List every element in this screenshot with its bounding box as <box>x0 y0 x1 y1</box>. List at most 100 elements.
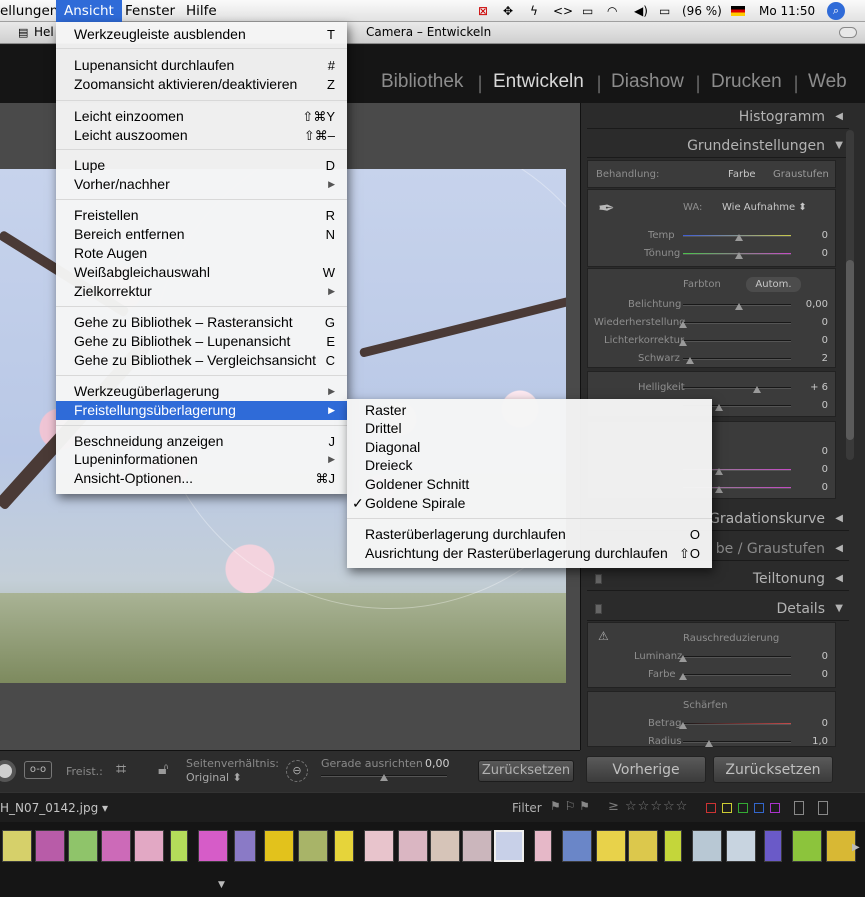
toolbar-toggle-button[interactable] <box>839 27 857 38</box>
temp-thumb[interactable] <box>735 234 743 241</box>
color-filter-green[interactable] <box>738 803 748 813</box>
temp-value[interactable]: 0 <box>798 230 828 241</box>
belichtung-value[interactable]: 0,00 <box>798 299 828 310</box>
status-icon-bolt[interactable]: ϟ <box>530 0 538 22</box>
rating-filter[interactable]: ≥ ☆☆☆☆☆ <box>608 799 688 814</box>
scrollbar-thumb[interactable] <box>846 260 854 440</box>
menu-item-vorher-nachher[interactable]: Vorher/nachher ▶ <box>56 175 347 194</box>
filmstrip-thumb[interactable] <box>68 830 98 862</box>
filmstrip-thumb[interactable] <box>692 830 722 862</box>
battery-icon[interactable]: ▭ <box>659 0 670 22</box>
filmstrip-thumb-selected[interactable] <box>494 830 524 862</box>
panel-histogramm[interactable]: Histogramm ◀ <box>587 105 849 129</box>
menu-item-lupeninformationen[interactable]: Lupeninformationen ▶ <box>56 450 347 469</box>
filmstrip-thumb[interactable] <box>234 830 256 862</box>
luminanz-value[interactable]: 0 <box>798 651 828 662</box>
status-icon-block[interactable]: ⊠ <box>478 0 488 22</box>
filmstrip-thumb[interactable] <box>664 830 682 862</box>
menu-item-einzoomen[interactable]: Leicht einzoomen ⇧⌘Y <box>56 107 347 126</box>
lock-icon[interactable]: 🔓︎ <box>158 759 168 779</box>
submenu-item-goldene-spirale[interactable]: ✓ Goldene Spirale <box>347 494 712 513</box>
behandlung-farbe[interactable]: Farbe <box>728 169 756 180</box>
belichtung-thumb[interactable] <box>735 303 743 310</box>
toenung-value[interactable]: 0 <box>798 248 828 259</box>
lichterkorrektur-thumb[interactable] <box>679 339 687 346</box>
toenung-thumb[interactable] <box>735 252 743 259</box>
menu-item-gehe-vergleichsansicht[interactable]: Gehe zu Bibliothek – Vergleichsansicht C <box>56 351 347 370</box>
submenu-item-goldener-schnitt[interactable]: Goldener Schnitt <box>347 475 712 494</box>
submenu-item-diagonal[interactable]: Diagonal <box>347 438 712 457</box>
helligkeit-track[interactable] <box>683 387 791 389</box>
volume-icon[interactable]: ◀) <box>634 0 648 22</box>
gerade-value[interactable]: 0,00 <box>425 757 450 770</box>
autom-button[interactable]: Autom. <box>746 277 801 292</box>
menu-item-gehe-lupenansicht[interactable]: Gehe zu Bibliothek – Lupenansicht E <box>56 332 347 351</box>
spot-tool-icon[interactable]: o-o <box>24 761 52 779</box>
filmstrip-thumb[interactable] <box>628 830 658 862</box>
color-filter-blue[interactable] <box>754 803 764 813</box>
gerade-thumb[interactable] <box>380 774 388 781</box>
color-filter-red[interactable] <box>706 803 716 813</box>
submenu-item-drittel[interactable]: Drittel <box>347 419 712 438</box>
menu-item-werkzeugleiste[interactable]: Werkzeugleiste ausblenden T <box>56 25 347 44</box>
wiederherstellung-value[interactable]: 0 <box>798 317 828 328</box>
filmstrip-thumb[interactable] <box>198 830 228 862</box>
spotlight-icon[interactable]: ⌕ <box>827 2 845 20</box>
menu-ansicht[interactable]: Ansicht <box>56 0 122 22</box>
color-filter-yellow[interactable] <box>722 803 732 813</box>
filmstrip-thumb[interactable] <box>170 830 188 862</box>
panel-switch[interactable] <box>595 604 602 614</box>
level-tool-icon[interactable]: ⊖ <box>286 760 308 782</box>
filmstrip-thumb[interactable] <box>134 830 164 862</box>
schwarz-value[interactable]: 2 <box>798 353 828 364</box>
menu-item-ansicht-optionen[interactable]: Ansicht-Optionen... ⌘J <box>56 469 347 488</box>
wa-select[interactable]: Wie Aufnahme ⬍ <box>722 202 807 213</box>
crop-reset-button[interactable]: Zurücksetzen <box>478 760 574 782</box>
filmstrip-thumb[interactable] <box>534 830 552 862</box>
flag-filter-icons[interactable]: ⚑ ⚐ ⚑ <box>550 799 590 813</box>
helligkeit-thumb[interactable] <box>753 386 761 393</box>
klarheit-value[interactable]: 0 <box>798 446 828 457</box>
module-diashow[interactable]: Diashow <box>611 71 684 93</box>
menu-item-lupe[interactable]: Lupe D <box>56 156 347 175</box>
filmstrip-thumb[interactable] <box>334 830 354 862</box>
kontrast-value[interactable]: 0 <box>798 400 828 411</box>
helligkeit-value[interactable]: + 6 <box>798 382 828 393</box>
dynamik-value[interactable]: 0 <box>798 464 828 475</box>
zuruecksetzen-button[interactable]: Zurücksetzen <box>713 756 833 783</box>
filmstrip-thumb[interactable] <box>264 830 294 862</box>
menu-fenster[interactable]: Fenster <box>117 0 183 22</box>
filmstrip-thumb[interactable] <box>792 830 822 862</box>
filename-dropdown[interactable]: H_N07_0142.jpg ▾ <box>0 801 108 815</box>
menu-item-beschneidung[interactable]: Beschneidung anzeigen J <box>56 432 347 451</box>
status-icon-code[interactable]: <> <box>553 0 573 22</box>
submenu-item-ausrichtung-durchlaufen[interactable]: Ausrichtung der Rasterüberlagerung durch… <box>347 544 712 563</box>
wiederherstellung-thumb[interactable] <box>679 321 687 328</box>
wifi-icon[interactable]: ◠ <box>607 0 617 22</box>
seitenverhaeltnis-select[interactable]: Original ⬍ <box>186 771 242 784</box>
vorherige-button[interactable]: Vorherige <box>586 756 706 783</box>
betrag-value[interactable]: 0 <box>798 718 828 729</box>
filmstrip-thumb[interactable] <box>101 830 131 862</box>
flag-de-icon[interactable] <box>731 6 745 16</box>
radius-value[interactable]: 1,0 <box>798 736 828 747</box>
menu-item-werkzeugueberlagerung[interactable]: Werkzeugüberlagerung ▶ <box>56 382 347 401</box>
lichterkorrektur-value[interactable]: 0 <box>798 335 828 346</box>
wiederherstellung-track[interactable] <box>683 322 791 324</box>
panel-collapse-icon[interactable]: ▼ <box>218 880 225 890</box>
luminanz-thumb[interactable] <box>679 655 687 662</box>
panel-details[interactable]: Details ▼ <box>587 597 849 621</box>
betrag-track[interactable] <box>683 723 791 725</box>
menu-item-gehe-rasteransicht[interactable]: Gehe zu Bibliothek – Rasteransicht G <box>56 313 347 332</box>
menu-item-zoomansicht[interactable]: Zoomansicht aktivieren/deaktivieren Z <box>56 75 347 94</box>
filmstrip-thumb[interactable] <box>462 830 492 862</box>
menu-item-zielkorrektur[interactable]: Zielkorrektur ▶ <box>56 282 347 301</box>
betrag-thumb[interactable] <box>679 722 687 729</box>
status-icon-display[interactable]: ▭ <box>582 0 593 22</box>
filter-preset-icon[interactable] <box>794 801 804 815</box>
farbe-value[interactable]: 0 <box>798 669 828 680</box>
submenu-item-raster-durchlaufen[interactable]: Rasterüberlagerung durchlaufen O <box>347 525 712 544</box>
module-bibliothek[interactable]: Bibliothek <box>381 71 463 93</box>
menu-item-freistellen[interactable]: Freistellen R <box>56 206 347 225</box>
farbe-track[interactable] <box>683 674 791 676</box>
